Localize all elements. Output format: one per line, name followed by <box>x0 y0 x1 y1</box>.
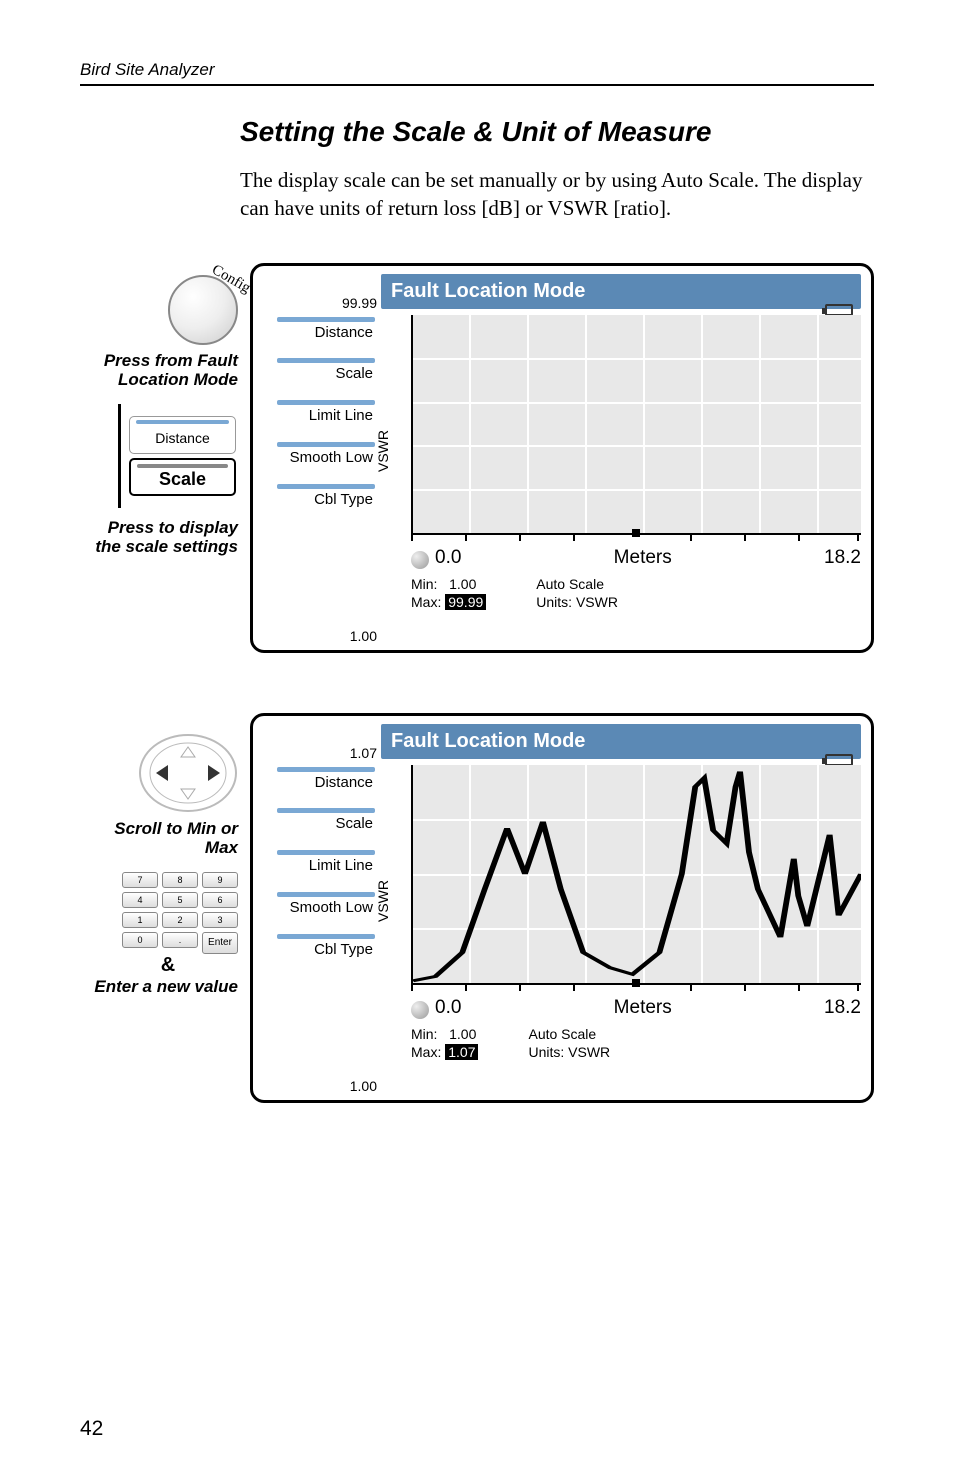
x-end: 18.2 <box>824 547 861 569</box>
center-marker-icon-2 <box>632 979 640 987</box>
running-header: Bird Site Analyzer <box>80 60 874 86</box>
mini-softkey-scale[interactable]: Scale <box>129 458 236 496</box>
softkey-list-2: Distance Scale Limit Line Smooth Low Cbl… <box>263 759 381 1086</box>
vswr-trace <box>413 771 861 980</box>
status-led-icon <box>411 551 429 569</box>
x-start-2: 0.0 <box>435 997 461 1018</box>
softkey-smooth-2[interactable]: Smooth Low <box>263 892 381 916</box>
mini-softkey-stack: Distance Scale <box>118 404 238 508</box>
caption-press-config: Press from Fault Location Mode <box>80 351 238 390</box>
x-units-2: Meters <box>614 997 672 1019</box>
chart-plot-2 <box>411 765 861 985</box>
min-label-2: Min: <box>411 1026 437 1042</box>
y-max-value-2: 1.07 <box>350 745 377 761</box>
enter-key[interactable]: Enter <box>202 932 238 954</box>
chart-plot <box>411 315 861 535</box>
softkey-list: Distance Scale Limit Line Smooth Low Cbl… <box>263 309 381 636</box>
softkey-distance[interactable]: Distance <box>263 317 381 341</box>
caption-press-scale: Press to display the scale settings <box>80 518 238 557</box>
arrow-left-icon <box>156 765 168 781</box>
arrow-up-icon <box>181 747 195 757</box>
max-label-2: Max: <box>411 1044 441 1060</box>
softkey-distance-2[interactable]: Distance <box>263 767 381 791</box>
caption-enter-value: Enter a new value <box>94 977 238 997</box>
mini-softkey-distance[interactable]: Distance <box>129 416 236 454</box>
x-units: Meters <box>614 547 672 569</box>
y-min-value: 1.00 <box>350 628 377 644</box>
min-label: Min: <box>411 576 437 592</box>
min-value: 1.00 <box>449 576 476 592</box>
y-max-value: 99.99 <box>342 295 377 311</box>
softkey-cbl-type[interactable]: Cbl Type <box>263 484 381 508</box>
x-start: 0.0 <box>435 547 461 568</box>
screen-after: Fault Location Mode Distance Scale Limit… <box>250 713 874 1103</box>
max-value-2[interactable]: 1.07 <box>445 1044 478 1060</box>
y-axis-label: VSWR <box>375 430 391 472</box>
auto-scale-label-2: Auto Scale <box>528 1025 610 1043</box>
units-label: Units: VSWR <box>536 593 618 611</box>
softkey-limit-line-2[interactable]: Limit Line <box>263 850 381 874</box>
x-end-2: 18.2 <box>824 997 861 1019</box>
mini-softkey-distance-label: Distance <box>155 430 209 446</box>
auto-scale-label: Auto Scale <box>536 575 618 593</box>
softkey-smooth[interactable]: Smooth Low <box>263 442 381 466</box>
max-value[interactable]: 99.99 <box>445 594 486 610</box>
caption-scroll: Scroll to Min or Max <box>80 819 238 858</box>
numeric-keypad[interactable]: 789 456 123 0.Enter & <box>98 872 238 977</box>
min-value-2: 1.00 <box>449 1026 476 1042</box>
mini-softkey-scale-label: Scale <box>159 469 206 490</box>
center-marker-icon <box>632 529 640 537</box>
y-min-value-2: 1.00 <box>350 1078 377 1094</box>
softkey-scale[interactable]: Scale <box>263 358 381 382</box>
screen-before: Fault Location Mode Distance Scale Limit… <box>250 263 874 653</box>
config-hardkey-label: Config <box>209 261 254 297</box>
arrow-down-icon <box>181 789 195 799</box>
screen-title: Fault Location Mode <box>381 274 861 309</box>
y-axis-label-2: VSWR <box>375 880 391 922</box>
screen-title-2: Fault Location Mode <box>381 724 861 759</box>
page-number: 42 <box>80 1417 103 1441</box>
softkey-cbl-type-2[interactable]: Cbl Type <box>263 934 381 958</box>
intro-paragraph: The display scale can be set manually or… <box>240 166 874 223</box>
config-hardkey[interactable]: Config <box>168 275 238 345</box>
units-label-2: Units: VSWR <box>528 1043 610 1061</box>
softkey-scale-2[interactable]: Scale <box>263 808 381 832</box>
status-led-icon-2 <box>411 1001 429 1019</box>
section-title: Setting the Scale & Unit of Measure <box>240 116 874 148</box>
dpad-control[interactable] <box>138 733 238 813</box>
softkey-limit-line[interactable]: Limit Line <box>263 400 381 424</box>
ampersand-icon: & <box>98 954 238 977</box>
max-label: Max: <box>411 594 441 610</box>
arrow-right-icon <box>208 765 220 781</box>
